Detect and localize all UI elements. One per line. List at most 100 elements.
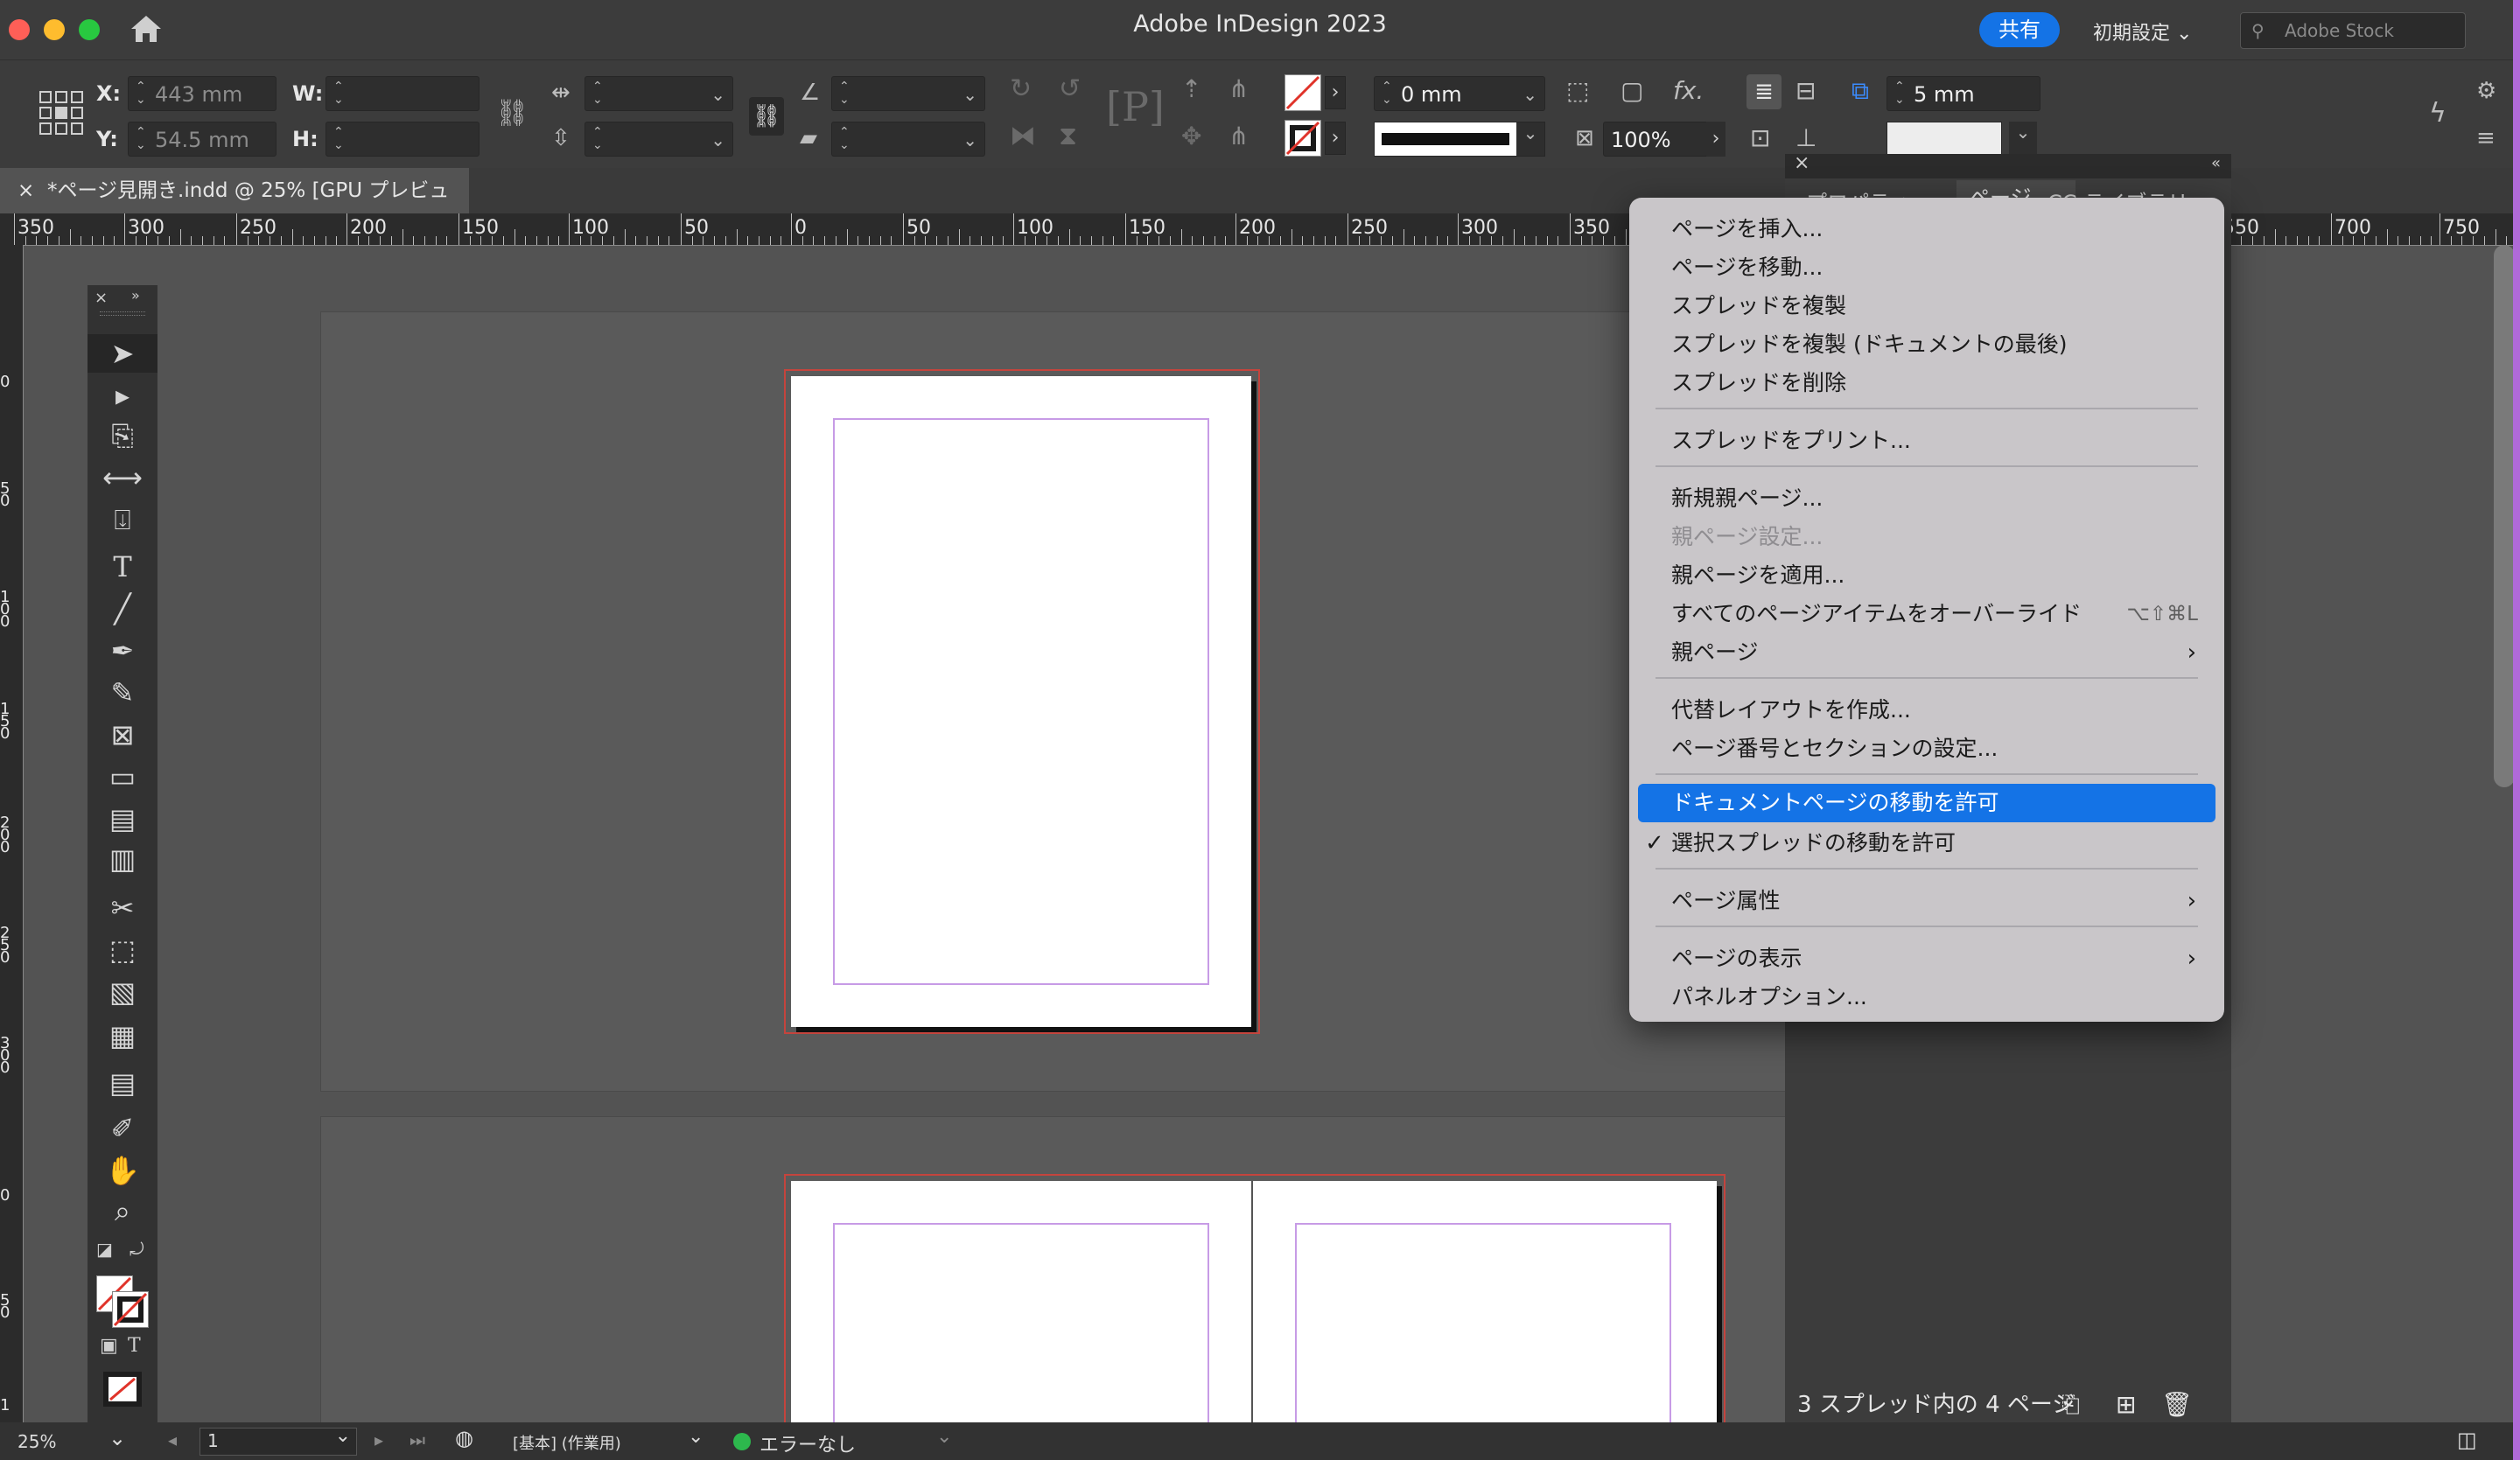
x-field[interactable]: ⌃ ⌄ 443 mm bbox=[128, 76, 276, 111]
stepper-icon[interactable]: ⌃ ⌄ bbox=[1382, 80, 1394, 107]
panel-layout-icon[interactable]: ◫ bbox=[2457, 1428, 2477, 1452]
stepper-icon[interactable]: ⌃ ⌄ bbox=[333, 80, 346, 107]
flip-vertical-icon[interactable]: ⧗ bbox=[1059, 123, 1077, 150]
stroke-swatch-none[interactable] bbox=[1284, 120, 1321, 157]
chevron-down-icon[interactable]: ⌄ bbox=[962, 77, 977, 112]
h-field[interactable]: ⌃ ⌄ bbox=[326, 122, 480, 157]
first-page-icon[interactable]: ◂ bbox=[168, 1429, 177, 1450]
rectangle-tool-icon[interactable]: ▭ bbox=[88, 758, 158, 796]
menu-icon[interactable]: ≡ bbox=[2476, 125, 2496, 151]
pen-tool-icon[interactable]: ✒ bbox=[88, 632, 158, 670]
select-container-icon[interactable]: ⇡ bbox=[1181, 76, 1201, 102]
stepper-icon[interactable]: ⌃ ⌄ bbox=[839, 80, 851, 107]
line-tool-icon[interactable]: ╱ bbox=[88, 590, 158, 628]
panel-grip[interactable] bbox=[100, 311, 145, 316]
menu-item-print-spread[interactable]: スプレッドをプリント... bbox=[1629, 422, 2224, 460]
select-previous-icon[interactable]: ⋔ bbox=[1228, 76, 1249, 102]
gap-tool-icon[interactable]: ⟷ bbox=[88, 458, 158, 497]
page-tool-icon[interactable]: ⎘ bbox=[88, 416, 158, 455]
effects-fx-icon[interactable]: fx. bbox=[1673, 78, 1704, 104]
page-number-field[interactable]: 1 ⌄ bbox=[200, 1425, 357, 1456]
document-page-1[interactable] bbox=[791, 376, 1251, 1027]
constrain-proportions-icon[interactable]: ⛓ bbox=[495, 101, 528, 127]
w-field[interactable]: ⌃ ⌄ bbox=[326, 76, 480, 111]
constrain-scale-icon[interactable]: ⛓ bbox=[749, 97, 784, 136]
stepper-icon[interactable]: ⌃ ⌄ bbox=[839, 126, 851, 152]
menu-item-duplicate-spread[interactable]: スプレッドを複製 bbox=[1629, 287, 2224, 325]
drop-shadow-icon[interactable]: ▢ bbox=[1620, 78, 1643, 104]
menu-item-parent-pages[interactable]: 親ページ › bbox=[1629, 633, 2224, 672]
format-container-icon[interactable]: ▣ bbox=[100, 1335, 118, 1357]
stepper-icon[interactable]: ⌃ ⌄ bbox=[592, 80, 605, 107]
auto-fit-icon[interactable]: ⧉ bbox=[1852, 78, 1869, 104]
preflight-status[interactable]: エラーなし bbox=[760, 1429, 856, 1457]
swap-colors-icon[interactable]: ⤾ bbox=[130, 1239, 144, 1260]
opacity-field[interactable]: 100% bbox=[1603, 122, 1708, 157]
chevron-down-icon[interactable]: ⌄ bbox=[335, 1425, 351, 1447]
stepper-icon[interactable]: ⌃ ⌄ bbox=[1894, 80, 1907, 107]
eyedropper-tool-icon[interactable]: ✐ bbox=[88, 1109, 158, 1148]
free-transform-tool-icon[interactable]: ⬚ bbox=[88, 931, 158, 969]
menu-item-new-parent-page[interactable]: 新規親ページ... bbox=[1629, 479, 2224, 518]
document-tab[interactable]: × *ページ見開き.indd @ 25% [GPU プレビュー] bbox=[0, 168, 469, 248]
menu-item-move-pages[interactable]: ページを移動... bbox=[1629, 248, 2224, 287]
last-page-icon[interactable]: ⏭ bbox=[410, 1429, 425, 1450]
chevron-right-icon[interactable]: › bbox=[1325, 122, 1346, 155]
reference-point-icon[interactable] bbox=[38, 90, 84, 139]
vertical-scrollbar[interactable] bbox=[2494, 245, 2515, 787]
menu-item-view-pages[interactable]: ページの表示 › bbox=[1629, 940, 2224, 978]
menu-item-duplicate-spread-end[interactable]: スプレッドを複製 (ドキュメントの最後) bbox=[1629, 325, 2224, 364]
selection-tool-icon[interactable]: ➤ bbox=[88, 334, 158, 373]
document-page-2[interactable] bbox=[791, 1181, 1251, 1445]
collapse-icon[interactable]: » bbox=[131, 287, 140, 304]
select-next-icon[interactable]: ⋔ bbox=[1228, 123, 1249, 150]
text-wrap-none-icon[interactable]: ≣ bbox=[1746, 74, 1782, 109]
apply-none-icon[interactable] bbox=[103, 1372, 142, 1407]
stroke-color-swatch[interactable] bbox=[112, 1291, 149, 1328]
share-button[interactable]: 共有 bbox=[1979, 12, 2060, 47]
close-icon[interactable]: × bbox=[94, 289, 108, 307]
gear-icon[interactable]: ⚙ bbox=[2476, 78, 2496, 104]
stroke-weight-field[interactable]: ⌃ ⌄ 0 mm ⌄ bbox=[1374, 76, 1545, 111]
content-collector-icon[interactable]: ⍗ bbox=[88, 500, 158, 539]
shear-field[interactable]: ⌃ ⌄ ⌄ bbox=[831, 122, 985, 157]
menu-item-create-alternate-layout[interactable]: 代替レイアウトを作成... bbox=[1629, 691, 2224, 730]
stepper-icon[interactable]: ⌃ ⌄ bbox=[592, 126, 605, 152]
stepper-icon[interactable]: ⌃ ⌄ bbox=[136, 80, 148, 107]
next-page-icon[interactable]: ▸ bbox=[374, 1429, 383, 1450]
chevron-down-icon[interactable]: ⌄ bbox=[710, 77, 725, 112]
rectangle-frame-tool-icon[interactable]: ⊠ bbox=[88, 716, 158, 754]
text-wrap-jump-icon[interactable]: ⊥ bbox=[1796, 125, 1816, 151]
menu-item-page-attributes[interactable]: ページ属性 › bbox=[1629, 882, 2224, 920]
scale-x-field[interactable]: ⌃ ⌄ ⌄ bbox=[584, 76, 733, 111]
stepper-icon[interactable]: ⌃ ⌄ bbox=[136, 126, 148, 152]
direct-selection-tool-icon[interactable]: ▸ bbox=[88, 376, 158, 415]
collapse-icon[interactable]: « bbox=[2211, 154, 2221, 172]
stroke-type-select[interactable]: ⌄ bbox=[1374, 122, 1545, 157]
preflight-profile[interactable]: [基本] (作業用) bbox=[513, 1431, 621, 1454]
chevron-down-icon[interactable]: ⌄ bbox=[2009, 122, 2037, 157]
chevron-down-icon[interactable]: ⌄ bbox=[108, 1426, 126, 1450]
chevron-down-icon[interactable]: ⌄ bbox=[710, 122, 725, 157]
corner-options-icon[interactable]: ⬚ bbox=[1566, 78, 1589, 104]
gradient-feather-tool-icon[interactable]: ▦ bbox=[88, 1016, 158, 1055]
document-page-3[interactable] bbox=[1253, 1181, 1717, 1445]
zoom-tool-icon[interactable]: ⌕ bbox=[88, 1191, 158, 1230]
text-wrap-bbox-icon[interactable]: ⊟ bbox=[1796, 78, 1816, 104]
menu-item-allow-document-pages-shuffle[interactable]: ドキュメントページの移動を許可 bbox=[1638, 784, 2216, 822]
scale-y-field[interactable]: ⌃ ⌄ ⌄ bbox=[584, 122, 733, 157]
menu-item-allow-selected-spread-shuffle[interactable]: ✓ 選択スプレッドの移動を許可 bbox=[1629, 824, 2224, 863]
rotation-field[interactable]: ⌃ ⌄ ⌄ bbox=[831, 76, 985, 111]
rotate-cw-icon[interactable]: ↻ bbox=[1010, 76, 1032, 102]
reference-point-p-icon[interactable]: [P] bbox=[1106, 87, 1165, 127]
table-tool-icon[interactable]: ▤ bbox=[88, 800, 158, 838]
spacing-field[interactable]: ⌃ ⌄ 5 mm bbox=[1886, 76, 2040, 111]
y-field[interactable]: ⌃ ⌄ 54.5 mm bbox=[128, 122, 276, 157]
open-document-icon[interactable]: ◍ bbox=[455, 1426, 473, 1450]
hand-tool-icon[interactable]: ✋ bbox=[88, 1151, 158, 1190]
object-style-select[interactable] bbox=[1886, 122, 2002, 158]
format-text-icon[interactable]: T bbox=[128, 1335, 141, 1357]
default-colors-icon[interactable]: ◪ bbox=[96, 1239, 113, 1260]
select-content-icon[interactable]: ✥ bbox=[1181, 123, 1201, 150]
menu-item-override-all[interactable]: すべてのページアイテムをオーバーライド ⌥⇧⌘L bbox=[1629, 595, 2224, 633]
